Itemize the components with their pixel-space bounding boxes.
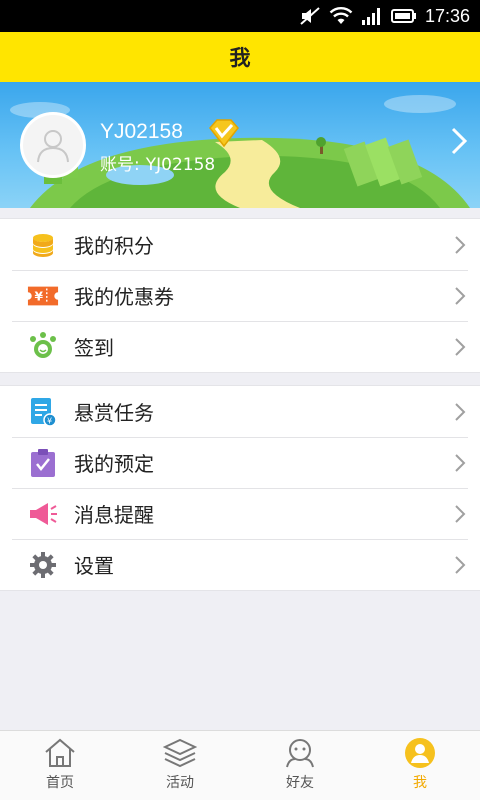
menu-label: 我的预定 <box>74 452 154 476</box>
menu-item-checkin[interactable]: 签到 <box>0 321 480 372</box>
menu-item-points[interactable]: 我的积分 <box>0 219 480 270</box>
layers-icon <box>163 738 197 768</box>
chevron-right-icon <box>455 236 466 254</box>
signal-icon <box>361 8 380 25</box>
task-icon: ¥ <box>27 396 59 428</box>
profile-icon <box>405 738 435 768</box>
megaphone-icon <box>27 498 59 530</box>
menu-label: 我的积分 <box>74 234 154 258</box>
svg-text:¥: ¥ <box>47 416 52 425</box>
friends-icon <box>286 739 314 768</box>
chevron-right-icon <box>455 287 466 305</box>
tab-label: 活动 <box>166 775 194 791</box>
avatar[interactable] <box>20 112 86 178</box>
tab-home[interactable]: 首页 <box>0 731 120 800</box>
wifi-icon <box>329 7 353 24</box>
menu-item-bookings[interactable]: 我的预定 <box>0 437 480 488</box>
tab-label: 首页 <box>46 775 74 791</box>
vip-badge-icon <box>209 119 239 148</box>
default-user-icon <box>37 130 69 163</box>
menu-item-settings[interactable]: 设置 <box>0 539 480 590</box>
menu-label: 悬赏任务 <box>74 401 154 425</box>
account-value: YJ02158 <box>145 155 216 175</box>
svg-text:¥: ¥ <box>35 289 44 303</box>
home-icon <box>45 738 75 767</box>
chevron-right-icon <box>455 505 466 523</box>
status-bar: 17:36 <box>0 0 480 32</box>
username: YJ02158 <box>100 120 183 143</box>
title-bar: 我 <box>0 32 480 82</box>
tab-label: 我 <box>413 775 427 791</box>
menu-item-bounty-tasks[interactable]: ¥ 悬赏任务 <box>0 386 480 437</box>
tab-me[interactable]: 我 <box>360 731 480 800</box>
menu-label: 我的优惠券 <box>74 285 174 309</box>
account-label: 账号: <box>100 155 140 175</box>
tab-label: 好友 <box>286 775 314 791</box>
bottom-tab-bar: 首页 活动 好友 我 <box>0 730 480 800</box>
chevron-right-icon <box>455 556 466 574</box>
tab-friends[interactable]: 好友 <box>240 731 360 800</box>
coupon-icon: ¥ <box>27 280 59 312</box>
menu-label: 设置 <box>74 554 114 578</box>
mute-icon <box>300 7 320 25</box>
profile-banner[interactable]: YJ02158 账号: YJ02158 <box>0 82 480 208</box>
chevron-right-icon <box>455 403 466 421</box>
menu-item-coupons[interactable]: ¥ 我的优惠券 <box>0 270 480 321</box>
checkin-icon <box>27 331 59 363</box>
chevron-right-icon <box>451 127 468 155</box>
page-title: 我 <box>229 46 251 70</box>
status-time: 17:36 <box>424 5 470 26</box>
tab-activities[interactable]: 活动 <box>120 731 240 800</box>
menu-label: 签到 <box>74 336 114 360</box>
menu-group-services: ¥ 悬赏任务 我的预定 消息提醒 设置 <box>0 385 480 591</box>
menu-group-rewards: 我的积分 ¥ 我的优惠券 签到 <box>0 218 480 373</box>
chevron-right-icon <box>455 454 466 472</box>
booking-icon <box>27 447 59 479</box>
menu-item-notifications[interactable]: 消息提醒 <box>0 488 480 539</box>
gear-icon <box>27 549 59 581</box>
coins-icon <box>27 229 59 261</box>
chevron-right-icon <box>455 338 466 356</box>
account-line: 账号: YJ02158 <box>100 150 221 175</box>
menu-label: 消息提醒 <box>74 503 154 527</box>
battery-icon <box>390 9 416 23</box>
